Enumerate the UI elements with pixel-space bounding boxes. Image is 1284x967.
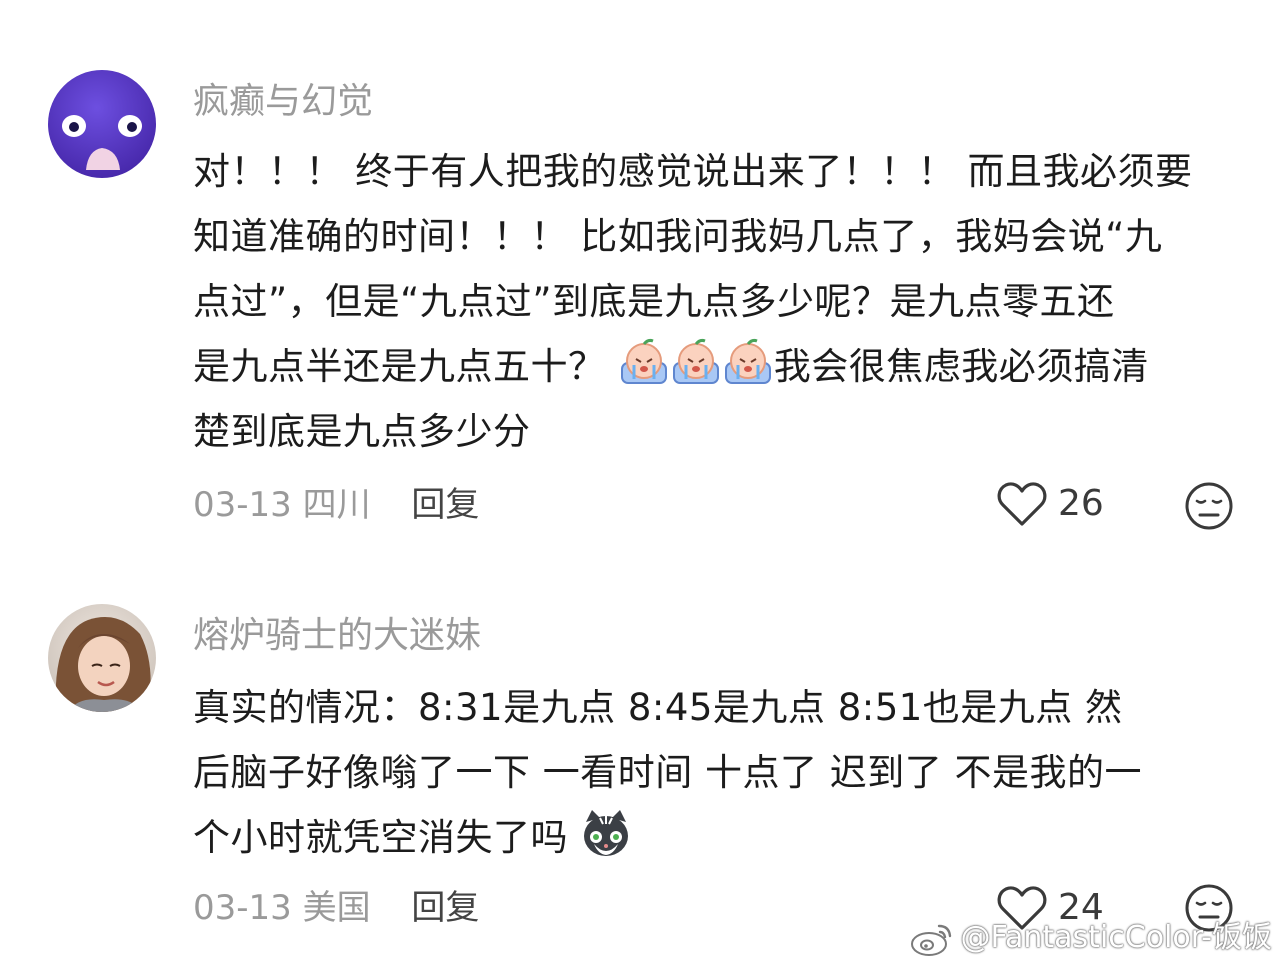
comment-location: 美国 [302,888,371,928]
like-button[interactable]: 26 [996,480,1104,528]
avatar-purple-bird [48,70,156,178]
comment-line: 对！！！ 终于有人把我的感觉说出来了！！！ 而且我必须要 [193,150,1193,193]
comment-line: 是九点半还是九点五十？ [193,345,606,388]
comment-meta: 03-13 四川 回复 [193,483,479,527]
comment-line: 楚到底是九点多少分 [193,410,531,453]
watermark: @FantasticColor-饭饭 [909,916,1273,960]
avatar[interactable] [48,70,156,178]
comment-line: 点过”，但是“九点过”到底是九点多少呢？是九点零五还 [193,280,1115,323]
comment-date: 03-13 [193,485,292,525]
avatar-photo-girl [48,604,156,712]
shocked-cat-emoji [580,808,632,860]
comment-text: 真实的情况：8:31是九点 8:45是九点 8:51也是九点 然 后脑子好像嗡了… [193,675,1239,870]
comment-line: 后脑子好像嗡了一下 一看时间 十点了 迟到了 不是我的一 [193,751,1143,794]
like-count: 26 [1058,483,1104,524]
comment-line: 我会很焦虑我必须搞清 [773,345,1149,388]
comment-date: 03-13 [193,888,292,928]
comment-line-with-emoji: 是九点半还是九点五十？ 我会很焦虑我必须搞清 [193,334,1239,399]
crying-peach-emoji [618,337,670,389]
weibo-icon [910,924,951,956]
heart-outline-icon [997,482,1047,526]
comment-line: 个小时就凭空消失了吗 [193,816,568,859]
username[interactable]: 疯癫与幻觉 [193,80,373,124]
crying-peach-emoji [722,337,774,389]
comment-line: 知道准确的时间！！！ 比如我问我妈几点了，我妈会说“九 [193,215,1163,258]
crying-peach-emoji [670,337,722,389]
comment-line: 真实的情况：8:31是九点 8:45是九点 8:51也是九点 然 [193,686,1123,729]
comment-line-with-emoji: 个小时就凭空消失了吗 [193,805,1239,870]
dislike-button[interactable] [1183,480,1235,536]
username[interactable]: 熔炉骑士的大迷妹 [193,614,481,658]
reply-button[interactable]: 回复 [411,485,479,525]
neutral-face-icon [1185,482,1233,530]
comment-meta: 03-13 美国 回复 [193,886,479,930]
reply-button[interactable]: 回复 [411,888,479,928]
watermark-text: @FantasticColor-饭饭 [960,920,1273,955]
avatar[interactable] [48,604,156,712]
comment-text: 对！！！ 终于有人把我的感觉说出来了！！！ 而且我必须要 知道准确的时间！！！ … [193,139,1239,464]
comment-location: 四川 [302,485,371,525]
